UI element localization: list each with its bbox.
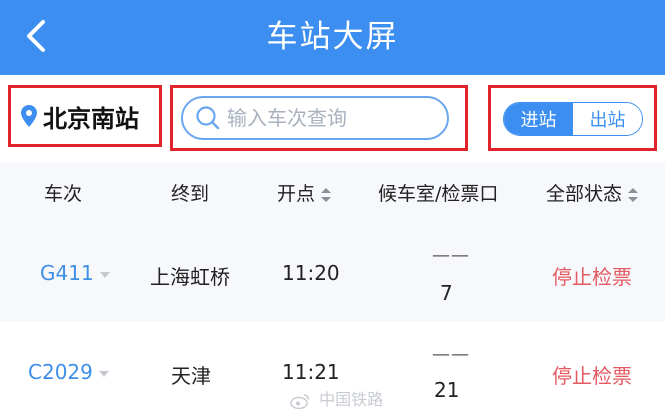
chevron-down-icon (98, 370, 109, 377)
waiting-room: —— (432, 344, 470, 365)
page-title: 车站大屏 (266, 19, 399, 55)
app-header: 车站大屏 (0, 0, 665, 75)
search-box[interactable] (181, 96, 449, 140)
status-label[interactable]: 停止检票 (552, 261, 632, 290)
watermark-text: 中国铁路 (319, 390, 384, 409)
station-name: 北京南站 (43, 104, 139, 133)
column-destination: 终到 (171, 183, 210, 205)
direction-toggle-area: 进站 出站 (488, 85, 657, 151)
weibo-icon (290, 393, 310, 409)
gate-number: 7 (440, 281, 453, 305)
table-header: 车次 终到 开点 候车室/检票口 全部状态 (0, 163, 665, 225)
column-depart[interactable]: 开点 (277, 163, 332, 225)
train-number[interactable]: C2029 (28, 360, 109, 384)
sort-icon (321, 187, 332, 203)
column-status[interactable]: 全部状态 (546, 163, 639, 225)
train-number-label: G411 (40, 261, 94, 285)
location-pin-icon (21, 105, 37, 127)
sort-icon (628, 187, 639, 203)
train-number-label: C2029 (28, 360, 93, 384)
watermark: 中国铁路 (290, 386, 383, 410)
station-selector[interactable]: 北京南站 (8, 85, 162, 147)
toolbar: 北京南站 进站 出站 (0, 75, 665, 163)
train-number[interactable]: G411 (40, 261, 110, 285)
depart-time: 11:21 (282, 360, 340, 384)
search-icon (196, 106, 220, 130)
column-train: 车次 (44, 183, 83, 205)
search-input[interactable] (227, 106, 437, 130)
chevron-down-icon (99, 271, 110, 278)
column-waiting-room: 候车室/检票口 (378, 183, 499, 205)
table-row: G411 上海虹桥 11:20 —— 7 停止检票 (0, 225, 665, 320)
status-label[interactable]: 停止检票 (552, 360, 632, 389)
destination: 上海虹桥 (150, 265, 230, 289)
gate-number: 21 (434, 378, 460, 402)
toggle-inbound[interactable]: 进站 (504, 103, 573, 135)
column-status-label: 全部状态 (546, 183, 623, 205)
destination: 天津 (171, 364, 211, 388)
waiting-room: —— (432, 245, 470, 266)
toggle-outbound[interactable]: 出站 (573, 103, 642, 135)
direction-toggle: 进站 出站 (503, 102, 643, 136)
depart-time: 11:20 (282, 261, 340, 285)
search-area (170, 85, 468, 151)
column-depart-label: 开点 (277, 183, 316, 205)
